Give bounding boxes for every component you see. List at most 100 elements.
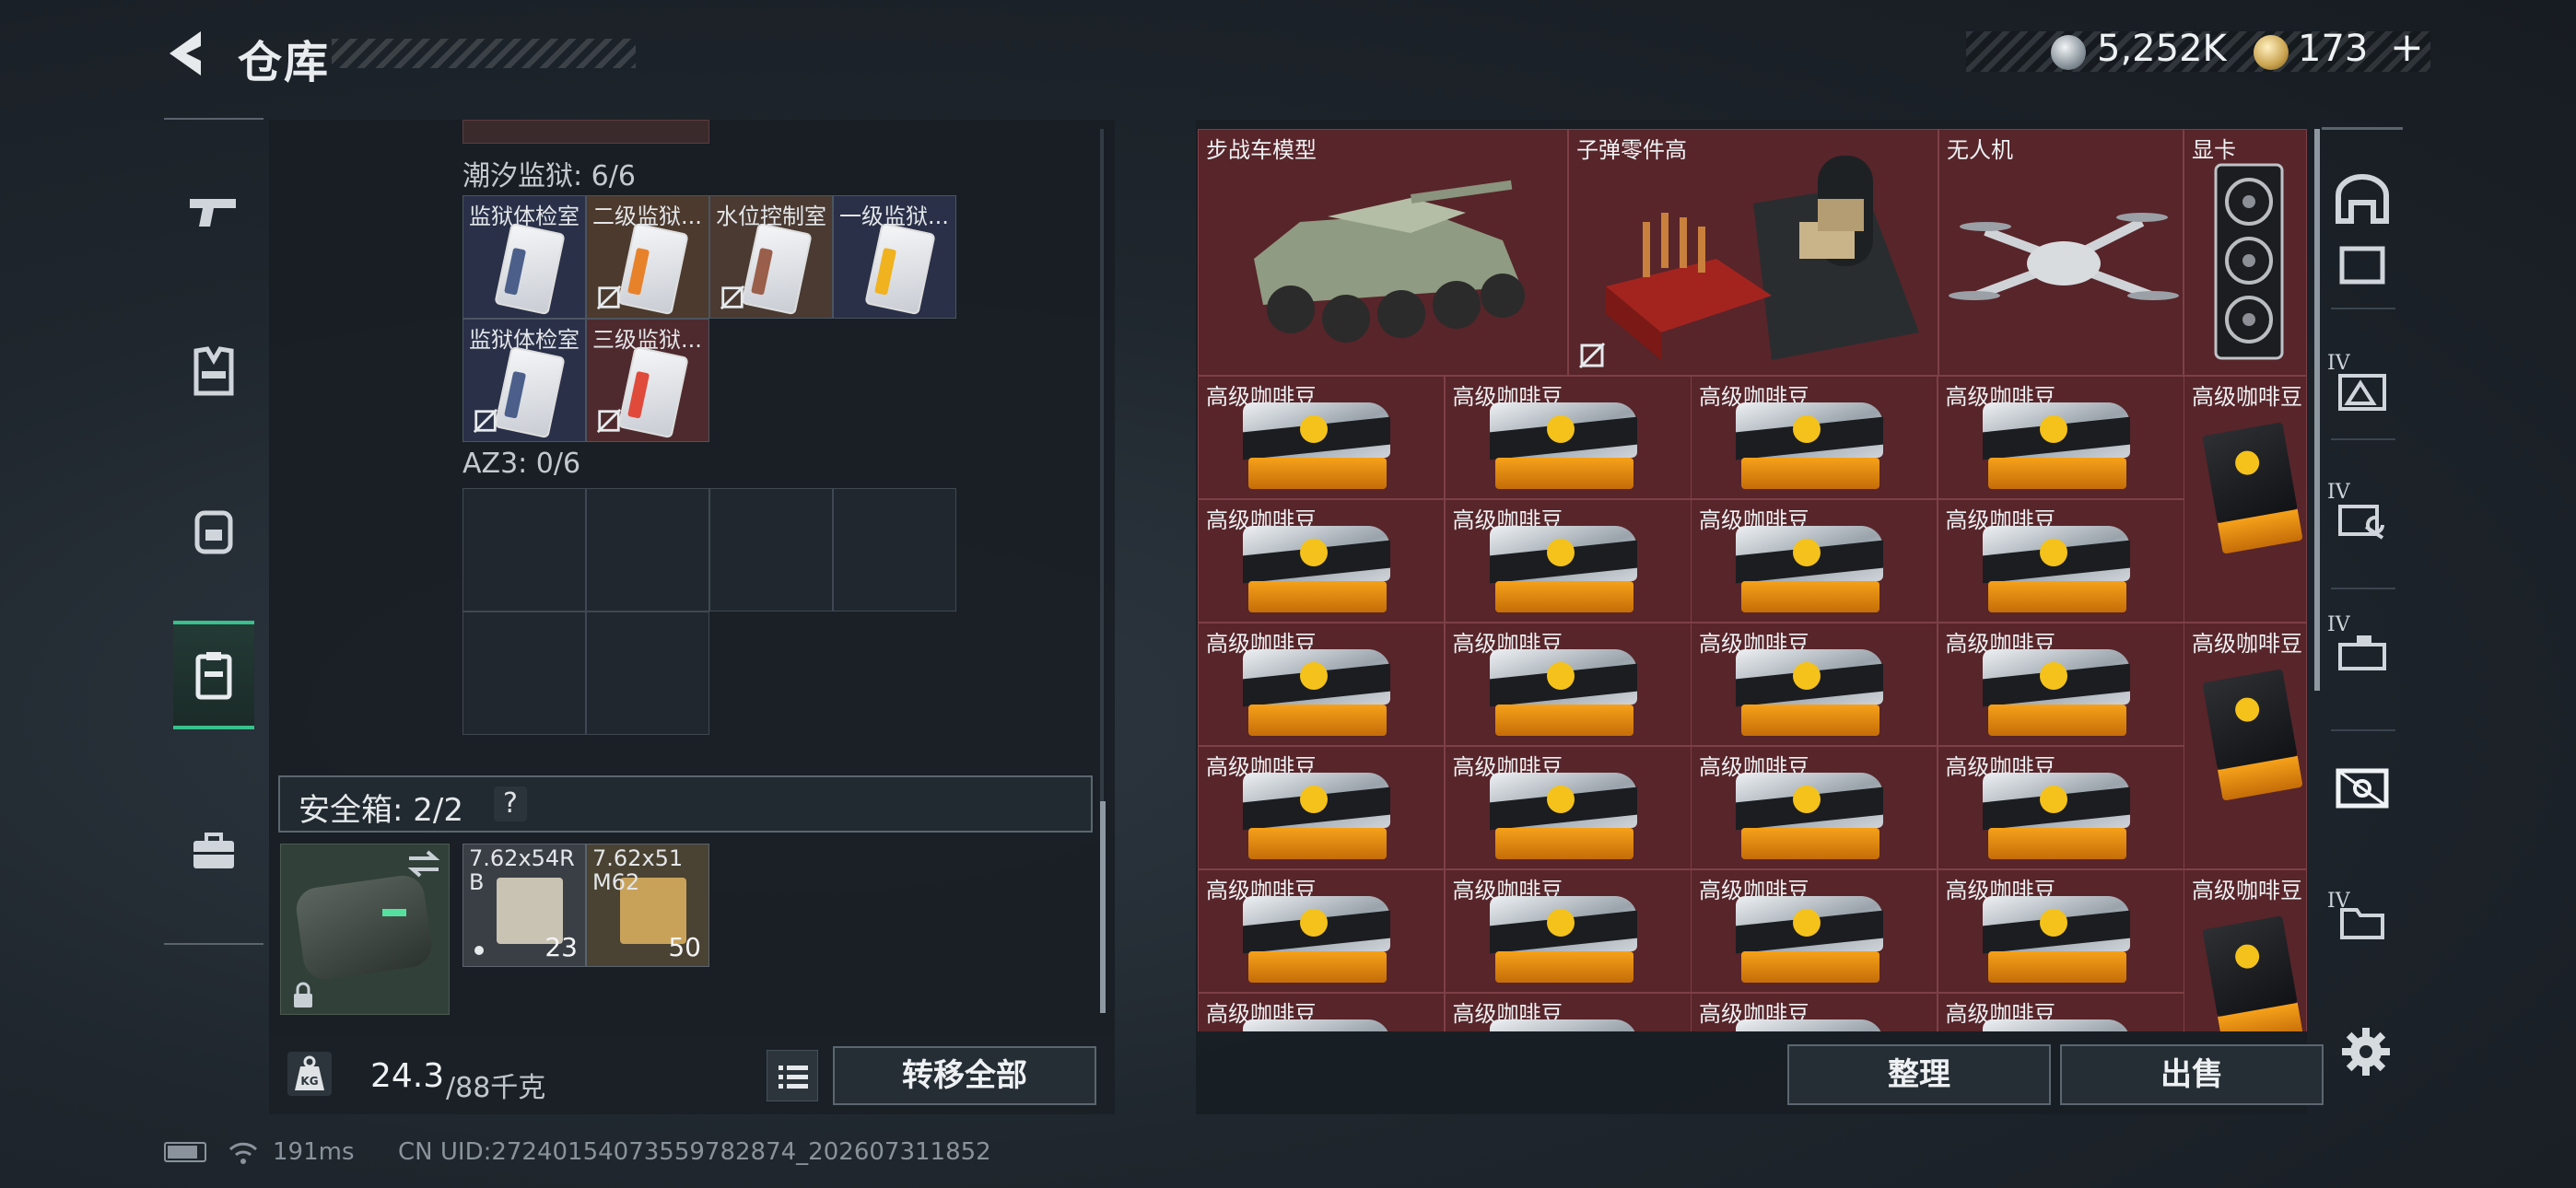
settings-gear-icon[interactable] (2340, 1026, 2392, 1077)
slot-label: 一级监狱... (839, 204, 949, 229)
item-coffee-beans[interactable]: 高级咖啡豆 (1198, 623, 1445, 746)
tide-slot[interactable]: 二级监狱... (586, 195, 709, 319)
coffee-bag-image (1489, 773, 1637, 865)
tide-slot[interactable]: 监狱体检室 (463, 195, 586, 319)
tab-folder[interactable]: IV (2318, 879, 2406, 963)
clipboard-icon (195, 652, 232, 700)
item-coffee-beans[interactable]: 高级咖啡豆 (1691, 623, 1938, 746)
rail-weapons[interactable] (173, 162, 254, 263)
empty-slot[interactable] (833, 488, 956, 611)
item-coffee-beans[interactable]: 高级咖啡豆 (1444, 376, 1692, 499)
rail-armor[interactable] (173, 320, 254, 422)
item-ammo-parts[interactable]: 子弹零件高 (1568, 129, 1938, 376)
item-coffee-beans[interactable]: 高级咖啡豆 (1444, 869, 1692, 993)
empty-slot[interactable] (586, 611, 709, 735)
item-coffee-beans[interactable]: 高级咖啡豆 (1198, 746, 1445, 869)
item-coffee-beans[interactable]: 高级咖啡豆 (1198, 993, 1445, 1031)
ammo-count: 23 (544, 932, 578, 962)
no-carry-icon (473, 408, 498, 434)
card-icon (2336, 768, 2389, 809)
item-coffee-beans[interactable]: 高级咖啡豆 (1937, 993, 2184, 1031)
no-carry-icon (1578, 342, 1606, 369)
item-coffee-beans-tall[interactable]: 高级咖啡豆 (2184, 623, 2307, 869)
slot-label: 监狱体检室 (469, 204, 580, 229)
coffee-bag-image (1489, 649, 1637, 741)
weight-current: 24.3 (370, 1057, 445, 1095)
title-decoration (332, 39, 636, 68)
vest-icon (193, 346, 234, 396)
transfer-all-button[interactable]: 转移全部 (833, 1046, 1096, 1105)
item-coffee-beans[interactable]: 高级咖啡豆 (1691, 376, 1938, 499)
item-ifv-model[interactable]: 步战车模型 (1198, 129, 1568, 376)
safebox-help-button[interactable]: ? (494, 786, 527, 821)
item-label: 高级咖啡豆 (2192, 631, 2302, 657)
empty-slot[interactable] (463, 611, 586, 735)
keycard-image (617, 345, 689, 439)
no-carry-icon (720, 285, 745, 310)
sell-button[interactable]: 出售 (2060, 1044, 2324, 1105)
item-coffee-beans[interactable]: 高级咖啡豆 (1444, 746, 1692, 869)
item-coffee-beans[interactable]: 高级咖啡豆 (1937, 376, 2184, 499)
item-coffee-beans[interactable]: 高级咖啡豆 (1937, 869, 2184, 993)
item-coffee-beans[interactable]: 高级咖啡豆 (1444, 499, 1692, 623)
previous-row-slot[interactable] (463, 120, 709, 144)
coffee-bag-image (1982, 1019, 2130, 1031)
coffee-bag-image (1489, 526, 1637, 618)
swap-icon[interactable] (405, 849, 442, 879)
item-coffee-beans-tall[interactable]: 高级咖啡豆 (2184, 869, 2307, 1031)
rail-cases[interactable] (173, 801, 254, 903)
backpack-icon (194, 510, 233, 554)
keycard-image (741, 222, 813, 316)
tide-slot[interactable]: 三级监狱... (586, 319, 709, 442)
empty-slot[interactable] (463, 488, 586, 611)
add-currency-button[interactable]: + (2390, 24, 2424, 71)
inventory-scroll-thumb[interactable] (1100, 801, 1106, 1013)
tab-house[interactable] (2318, 157, 2406, 241)
empty-slot[interactable] (586, 488, 709, 611)
tide-slot[interactable]: 监狱体检室 (463, 319, 586, 442)
coffee-bag-image (2202, 915, 2303, 1031)
tide-slot[interactable]: 一级监狱... (833, 195, 956, 319)
tide-slot[interactable]: 水位控制室 (709, 195, 833, 319)
keycard-image (617, 222, 689, 316)
item-coffee-beans[interactable]: 高级咖啡豆 (1937, 499, 2184, 623)
tab-tools[interactable]: IV (2318, 477, 2406, 562)
item-coffee-beans[interactable]: 高级咖啡豆 (1198, 499, 1445, 623)
back-arrow-icon[interactable] (164, 28, 208, 79)
list-icon (779, 1066, 808, 1089)
empty-slot[interactable] (709, 488, 833, 611)
list-view-button[interactable] (767, 1050, 818, 1101)
lock-icon (294, 982, 312, 1007)
tab-mountain[interactable]: IV (2318, 348, 2406, 433)
rail-backpack[interactable] (173, 479, 254, 580)
coffee-bag-image (1736, 402, 1883, 495)
tab-divider (2331, 729, 2395, 731)
item-coffee-beans[interactable]: 高级咖啡豆 (1198, 869, 1445, 993)
item-coffee-beans[interactable]: 高级咖啡豆 (1691, 746, 1938, 869)
item-coffee-beans-tall[interactable]: 高级咖啡豆 (2184, 376, 2307, 623)
section-az3: AZ3: 0/6 (463, 448, 581, 480)
item-coffee-beans[interactable]: 高级咖啡豆 (1691, 993, 1938, 1031)
item-coffee-beans[interactable]: 高级咖啡豆 (1444, 623, 1692, 746)
ammo-slot[interactable]: 7.62x54R B 23 (463, 844, 586, 967)
coffee-bag-image (1736, 1019, 1883, 1031)
ammo-slot[interactable]: 7.62x51 M62 50 (586, 844, 709, 967)
tab-medical[interactable]: IV (2318, 610, 2406, 694)
tab-card[interactable] (2318, 746, 2406, 829)
item-coffee-beans[interactable]: 高级咖啡豆 (1198, 376, 1445, 499)
item-label: 高级咖啡豆 (2192, 384, 2302, 410)
coffee-bag-image (1982, 773, 2130, 865)
item-drone[interactable]: 无人机 (1938, 129, 2184, 376)
item-gpu[interactable]: 显卡 (2184, 129, 2307, 376)
item-coffee-beans[interactable]: 高级咖啡豆 (1691, 499, 1938, 623)
item-coffee-beans[interactable]: 高级咖啡豆 (1937, 746, 2184, 869)
tab-prefix: IV (2327, 481, 2350, 504)
item-coffee-beans[interactable]: 高级咖啡豆 (1937, 623, 2184, 746)
tab-room[interactable] (2318, 238, 2406, 293)
slot-label: 监狱体检室 (469, 327, 580, 353)
tidy-button[interactable]: 整理 (1787, 1044, 2051, 1105)
item-coffee-beans[interactable]: 高级咖啡豆 (1444, 993, 1692, 1031)
rail-containers[interactable] (173, 621, 254, 729)
item-coffee-beans[interactable]: 高级咖啡豆 (1691, 869, 1938, 993)
weight-max: /88千克 (446, 1072, 546, 1104)
